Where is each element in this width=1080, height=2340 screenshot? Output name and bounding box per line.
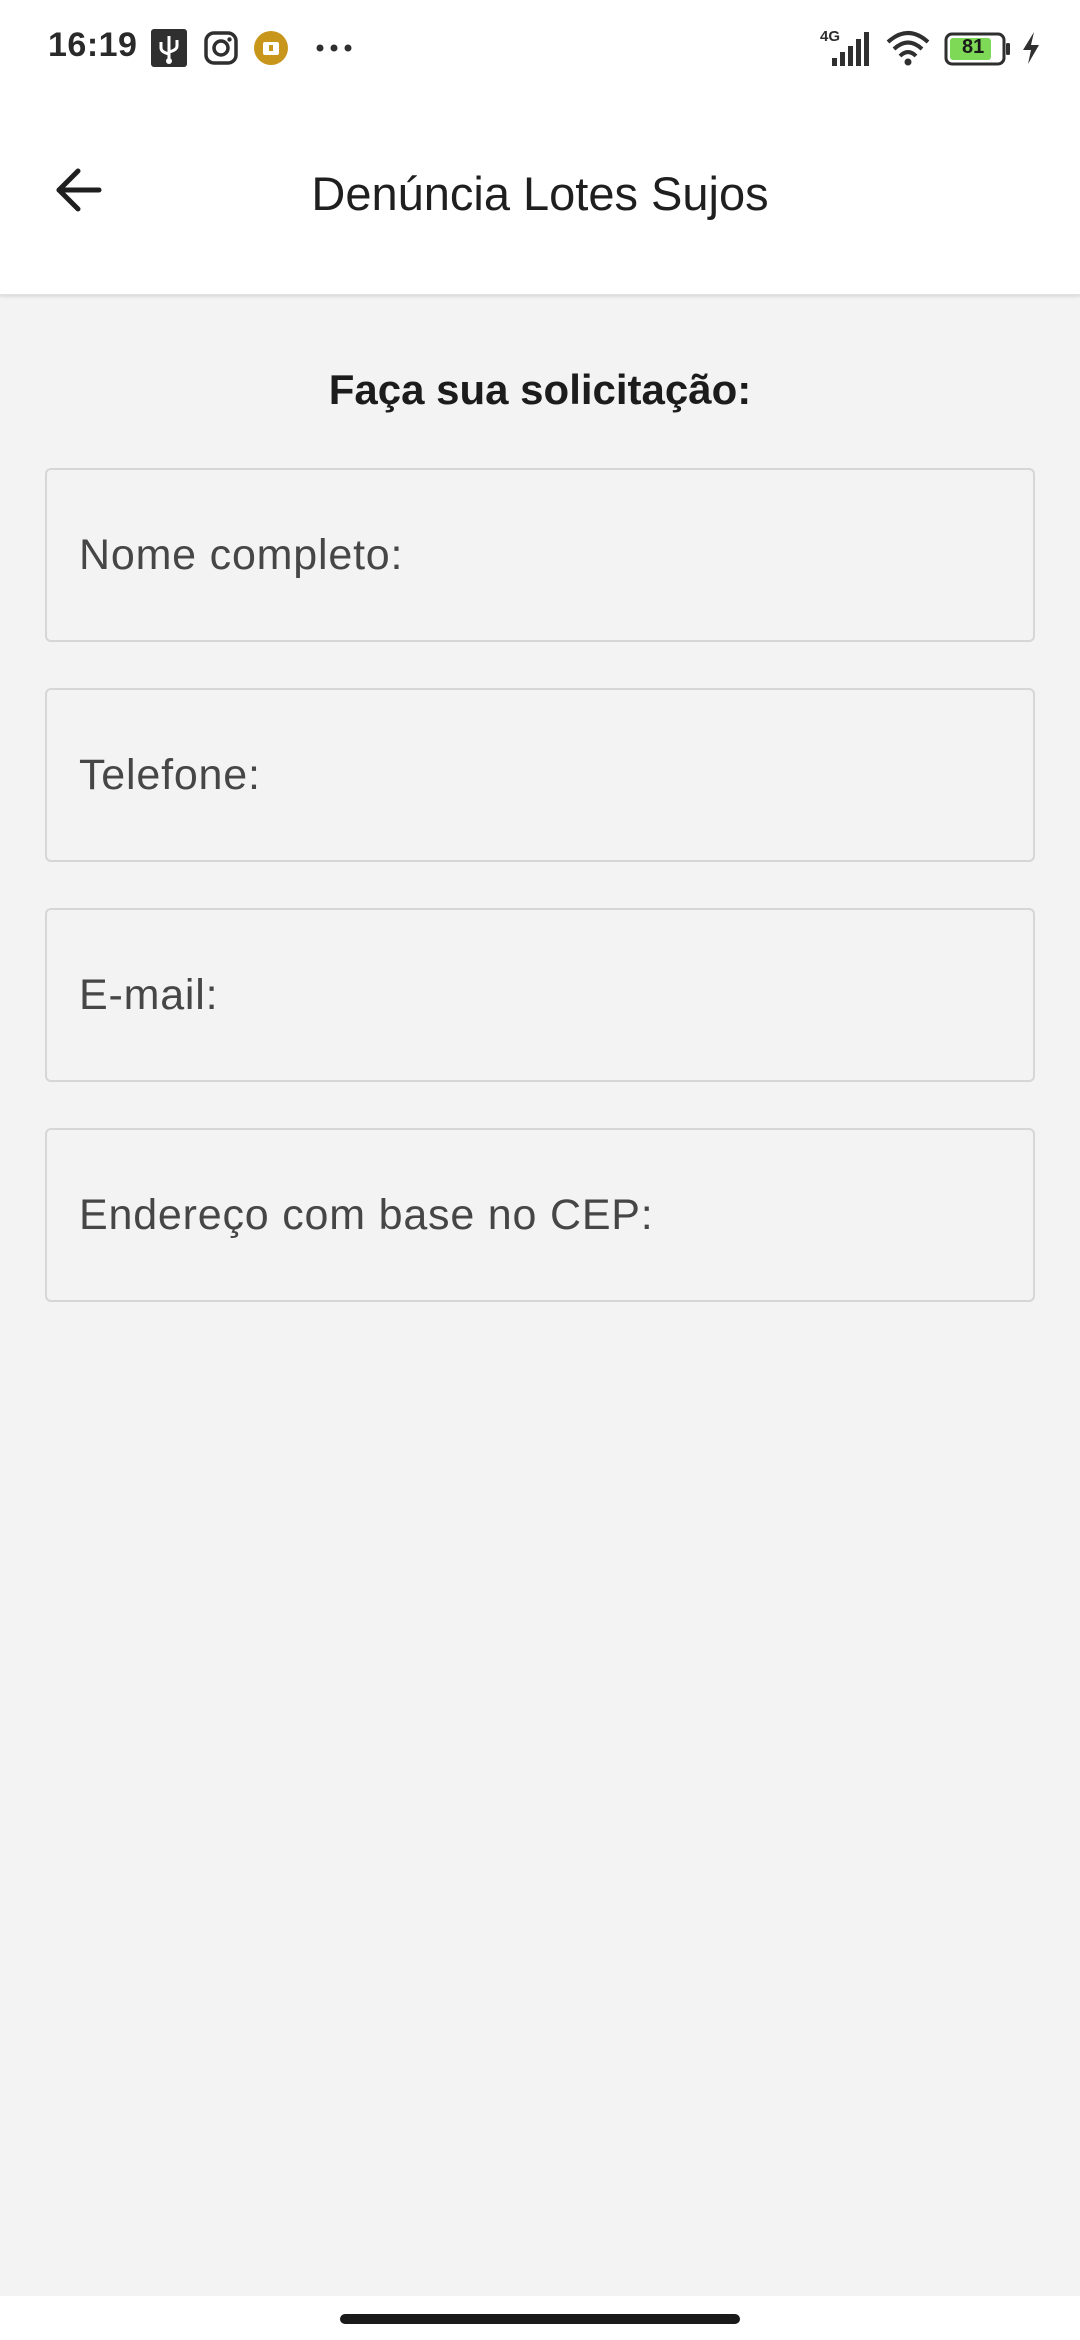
home-indicator[interactable] (340, 2314, 740, 2324)
status-bar: 16:19 4G 81 (0, 0, 1080, 96)
full-name-field[interactable] (45, 468, 1035, 642)
full-name-input[interactable] (47, 470, 1033, 640)
wifi-icon (884, 28, 932, 73)
phone-input[interactable] (47, 690, 1033, 860)
download-notification-icon (252, 28, 290, 73)
phone-field[interactable] (45, 688, 1035, 862)
address-input[interactable] (47, 1130, 1033, 1300)
status-time: 16:19 (48, 26, 138, 64)
battery-level: 81 (962, 36, 985, 58)
navigation-bar (0, 2296, 1080, 2340)
more-notifications-icon (314, 28, 354, 73)
email-input[interactable] (47, 910, 1033, 1080)
instagram-icon (202, 28, 240, 73)
form-heading: Faça sua solicitação: (328, 366, 752, 413)
address-field[interactable] (45, 1128, 1035, 1302)
charging-icon (1020, 30, 1042, 71)
app-bar: Denúncia Lotes Sujos (0, 96, 1080, 295)
usb-icon (150, 28, 188, 73)
page-title: Denúncia Lotes Sujos (311, 167, 769, 220)
network-type-label: 4G (820, 28, 841, 45)
email-field[interactable] (45, 908, 1035, 1082)
